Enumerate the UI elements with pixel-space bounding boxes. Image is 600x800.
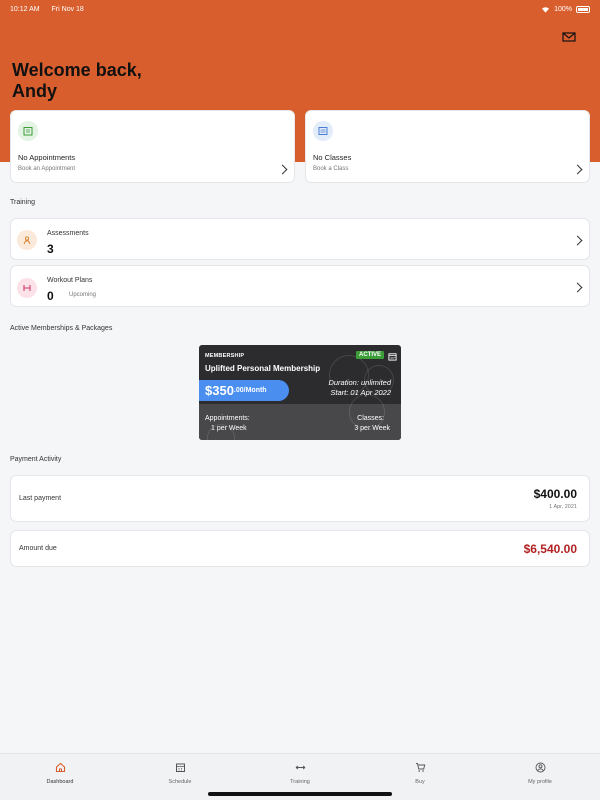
- chevron-right-icon: [277, 164, 288, 175]
- home-indicator[interactable]: [208, 792, 392, 796]
- workout-plans-upcoming: Upcoming: [69, 292, 97, 298]
- home-icon: [55, 762, 65, 773]
- appointments-subtitle: Book an Appointment: [18, 166, 76, 172]
- training-section-title: Training: [10, 199, 36, 206]
- last-payment-date: 1 Apr, 2021: [549, 504, 577, 510]
- appointments-card[interactable]: No Appointments Book an Appointment: [10, 110, 295, 183]
- calendar-icon: [18, 121, 38, 141]
- chevron-right-icon: [572, 235, 583, 246]
- tab-label: Schedule: [168, 779, 192, 785]
- membership-card[interactable]: MEMBERSHIP Uplifted Personal Membership …: [199, 345, 401, 440]
- tab-label: Training: [290, 779, 310, 785]
- membership-label: MEMBERSHIP: [205, 353, 245, 359]
- assessments-card[interactable]: Assessments 3: [10, 218, 590, 260]
- classes-icon: [313, 121, 333, 141]
- assessment-icon: [17, 230, 37, 250]
- duration-text: Duration: unlimited: [328, 378, 391, 387]
- workout-plans-title: Workout Plans: [47, 277, 93, 284]
- tab-label: Buy: [415, 779, 425, 785]
- payment-section-title: Payment Activity: [10, 456, 62, 463]
- status-badge: ACTIVE: [356, 351, 385, 359]
- tab-my-profile[interactable]: My profile: [510, 762, 570, 785]
- workout-plans-count: 0: [47, 289, 54, 303]
- user-name: Andy: [12, 81, 57, 101]
- mail-icon[interactable]: [562, 31, 576, 43]
- tab-training[interactable]: Training: [270, 762, 330, 785]
- battery-icon: [576, 5, 590, 13]
- cart-icon: [415, 763, 425, 772]
- chevron-right-icon: [572, 282, 583, 293]
- workout-plans-card[interactable]: Workout Plans 0 Upcoming: [10, 265, 590, 307]
- dumbbell-icon: [17, 278, 37, 298]
- amount-due-card[interactable]: Amount due $6,540.00: [10, 530, 590, 567]
- membership-name: Uplifted Personal Membership: [205, 364, 321, 373]
- last-payment-label: Last payment: [19, 495, 62, 502]
- price-main: $350: [205, 383, 234, 398]
- membership-details: [199, 394, 401, 440]
- calendar-icon: [388, 353, 397, 361]
- appointments-label: Appointments:: [205, 415, 250, 422]
- classes-label: Classes:: [357, 415, 384, 422]
- last-payment-card[interactable]: Last payment $400.00 1 Apr, 2021: [10, 475, 590, 522]
- tab-label: My profile: [528, 779, 552, 785]
- membership-price: $350 .00/Month: [199, 380, 289, 401]
- tab-schedule[interactable]: Schedule: [150, 762, 210, 785]
- classes-subtitle: Book a Class: [313, 166, 349, 172]
- amount-due-value: $6,540.00: [523, 542, 577, 556]
- welcome-heading: Welcome back, Andy: [12, 60, 142, 102]
- welcome-line: Welcome back,: [12, 60, 142, 80]
- calendar-icon: [175, 763, 185, 772]
- classes-card[interactable]: No Classes Book a Class: [305, 110, 590, 183]
- membership-duration: Duration: unlimited Start: 01 Apr 2022: [328, 378, 391, 398]
- tab-label: Dashboard: [46, 779, 74, 785]
- arrows-icon: [295, 765, 305, 770]
- amount-due-label: Amount due: [19, 545, 57, 552]
- appointments-value: 1 per Week: [211, 425, 247, 432]
- appointments-title: No Appointments: [18, 153, 76, 162]
- assessments-title: Assessments: [47, 230, 89, 237]
- memberships-section-title: Active Memberships & Packages: [10, 325, 113, 332]
- status-time: 10:12 AM: [10, 5, 40, 13]
- profile-icon: [535, 762, 545, 773]
- assessments-count: 3: [47, 242, 54, 256]
- classes-title: No Classes: [313, 153, 352, 162]
- battery-percent: 100%: [554, 5, 572, 13]
- price-suffix: .00/Month: [233, 387, 267, 394]
- tab-dashboard[interactable]: Dashboard: [30, 762, 90, 785]
- classes-value: 3 per Week: [354, 425, 390, 432]
- start-text: Start: 01 Apr 2022: [330, 388, 391, 397]
- status-bar: 10:12 AM Fri Nov 18 100%: [10, 3, 590, 15]
- status-date: Fri Nov 18: [51, 5, 84, 13]
- wifi-icon: [542, 6, 550, 13]
- chevron-right-icon: [572, 164, 583, 175]
- tab-buy[interactable]: Buy: [390, 762, 450, 785]
- last-payment-amount: $400.00: [533, 487, 577, 501]
